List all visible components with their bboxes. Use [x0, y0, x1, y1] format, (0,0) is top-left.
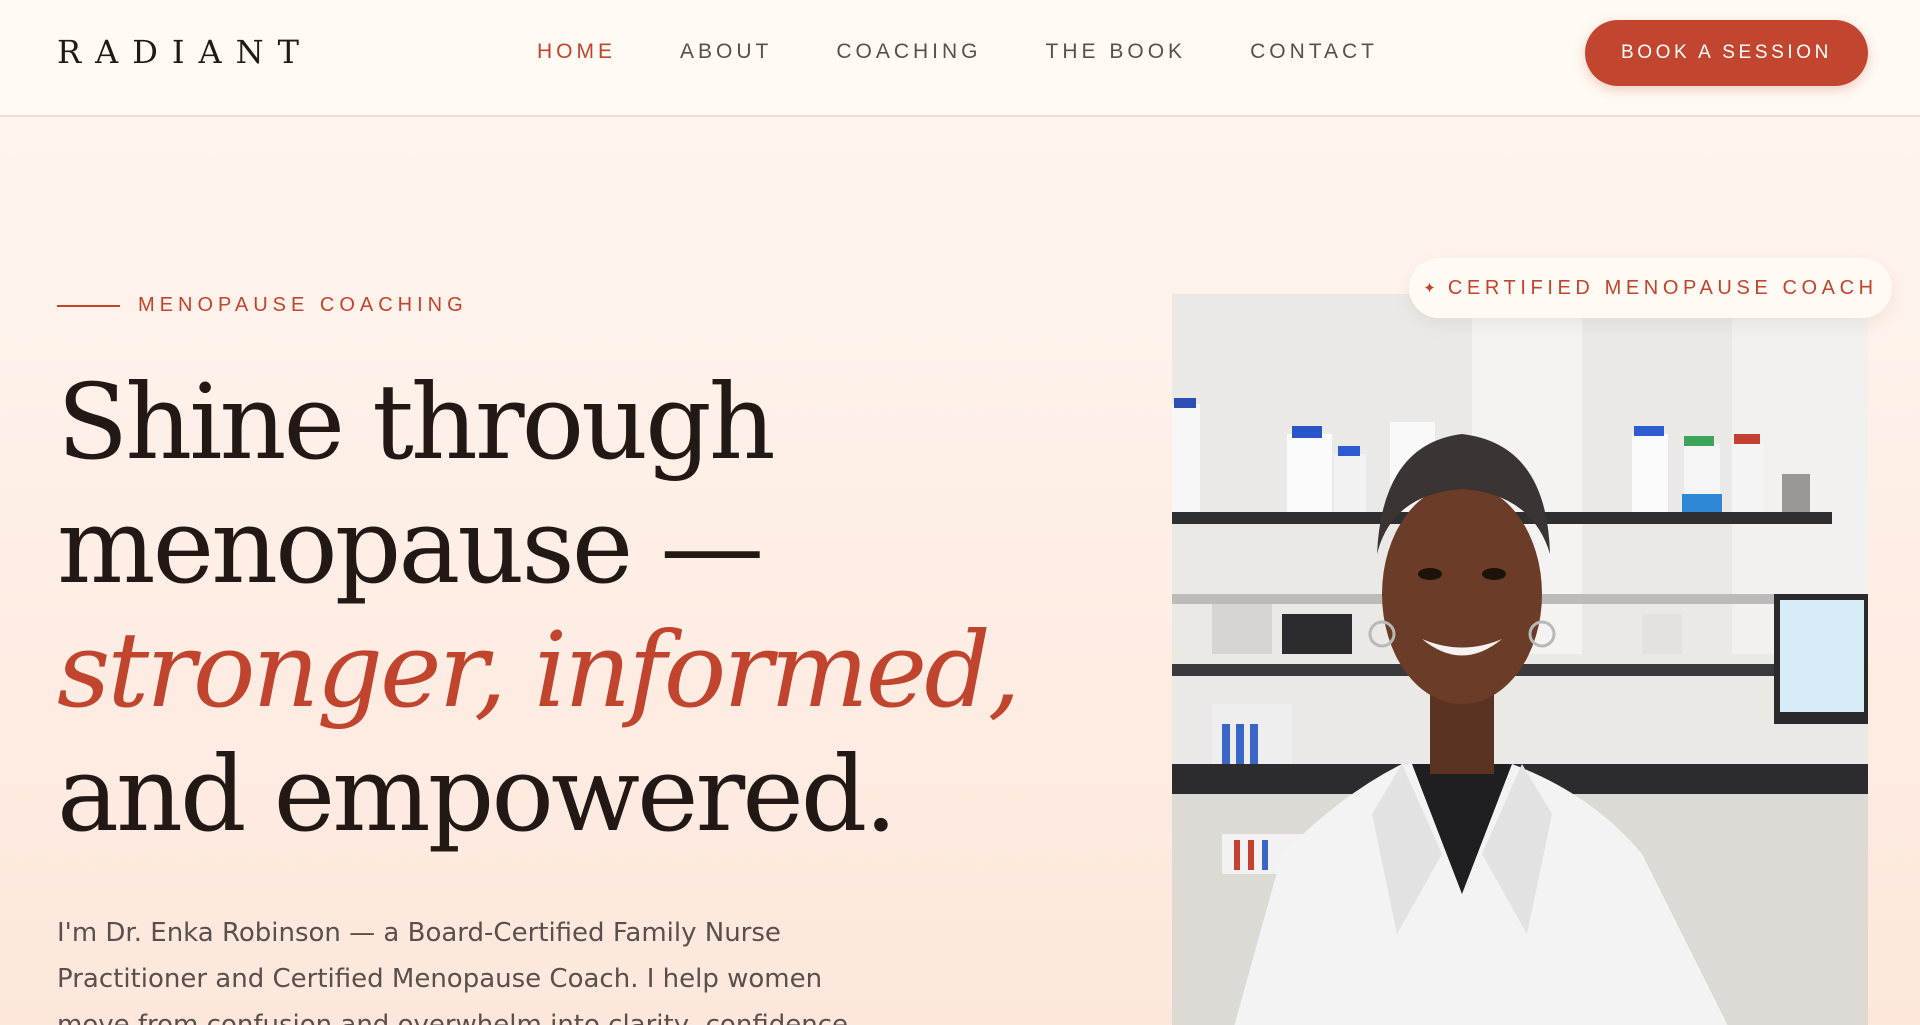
portrait-illustration [1172, 294, 1868, 1025]
nav-the-book[interactable]: THE BOOK [1046, 40, 1187, 64]
main-nav: HOME ABOUT COACHING THE BOOK CONTACT [537, 40, 1378, 64]
sparkle-icon: ✦ [1423, 280, 1436, 297]
eyebrow-text: MENOPAUSE COACHING [138, 294, 468, 316]
nav-contact[interactable]: CONTACT [1250, 40, 1378, 64]
portrait-photo [1172, 294, 1868, 1025]
site-logo[interactable]: RADIANT [57, 33, 313, 71]
hero-headline: Shine through menopause — stronger, info… [57, 360, 1021, 856]
headline-line-1: Shine through [57, 361, 776, 483]
nav-about[interactable]: ABOUT [680, 40, 772, 64]
nav-coaching[interactable]: COACHING [836, 40, 981, 64]
headline-line-2: menopause — [57, 485, 764, 607]
badge-text: CERTIFIED MENOPAUSE COACH [1447, 276, 1878, 299]
hero-eyebrow: MENOPAUSE COACHING [57, 294, 468, 317]
site-header: RADIANT HOME ABOUT COACHING THE BOOK CON… [0, 0, 1920, 117]
eyebrow-divider [57, 304, 120, 307]
nav-home[interactable]: HOME [537, 40, 616, 64]
hero-intro: I'm Dr. Enka Robinson — a Board-Certifie… [57, 918, 848, 1025]
book-session-button[interactable]: BOOK A SESSION [1585, 20, 1868, 86]
headline-line-4: and empowered. [57, 733, 897, 855]
headline-accent: stronger, informed, [57, 609, 1021, 731]
certified-coach-badge: ✦ CERTIFIED MENOPAUSE COACH [1409, 258, 1892, 318]
